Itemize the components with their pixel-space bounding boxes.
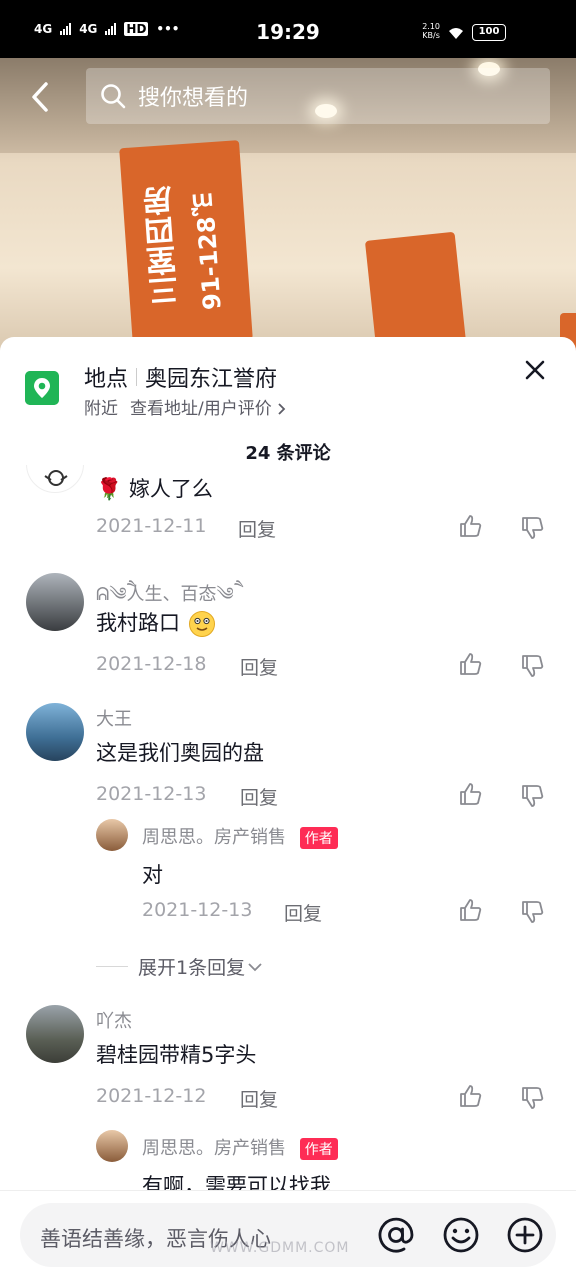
comment-text: 🌹 嫁人了么: [96, 473, 213, 503]
comment-text: 我村路口: [96, 607, 215, 637]
comment-text: 碧桂园带精5字头: [96, 1043, 257, 1067]
thumbs-up-icon[interactable]: [458, 651, 484, 677]
author-badge: 作者: [299, 1138, 338, 1160]
comment-date: 2021-12-12: [96, 1085, 207, 1107]
reply-button[interactable]: 回复: [238, 515, 276, 542]
wifi-icon: [449, 28, 463, 39]
thumbs-up-icon[interactable]: [458, 1083, 484, 1109]
comment-text-content: 我村路口: [96, 611, 180, 635]
net-speed-value: 2.10: [422, 22, 440, 31]
author-badge: 作者: [299, 827, 338, 849]
search-icon: [101, 84, 126, 109]
net-speed-unit: KB/s: [422, 31, 440, 40]
thumbs-down-icon[interactable]: [520, 783, 546, 809]
comments-sheet: 地点 奥园东江誉府 附近 查看地址/用户评价 24 条评论 🌹 嫁人了么 202…: [0, 337, 576, 1280]
divider: [136, 368, 138, 386]
comment-author-name: 周思思。房产销售: [142, 827, 286, 848]
comment-author[interactable]: 吖杰: [96, 1007, 132, 1033]
avatar[interactable]: [96, 1130, 128, 1162]
expand-replies-button[interactable]: 展开1条回复: [96, 953, 263, 980]
comment-text: 对: [142, 863, 163, 887]
thumbs-up-icon[interactable]: [458, 513, 484, 539]
chevron-down-icon: [248, 962, 262, 971]
expand-replies-label: 展开1条回复: [138, 957, 246, 979]
reply-button[interactable]: 回复: [240, 653, 278, 680]
reply-button[interactable]: 回复: [240, 783, 278, 810]
search-placeholder: 搜你想看的: [138, 86, 249, 111]
location-link[interactable]: 查看地址/用户评价: [130, 394, 287, 419]
banner-text: 91-128㎡: [190, 191, 227, 311]
battery-icon: 100: [472, 24, 506, 41]
location-sub: 附近 查看地址/用户评价: [84, 394, 287, 419]
net-speed: 2.10 KB/s: [422, 22, 440, 40]
comment-text: 有啊，需要可以找我: [142, 1174, 331, 1190]
location-header[interactable]: 地点 奥园东江誉府 附近 查看地址/用户评价: [0, 337, 576, 437]
comment-text: 这是我们奥园的盘: [96, 741, 264, 765]
mention-icon[interactable]: [376, 1215, 416, 1255]
add-icon[interactable]: [505, 1215, 545, 1255]
divider-line: [96, 966, 128, 967]
thumbs-up-icon[interactable]: [458, 781, 484, 807]
comment-text-content: 嫁人了么: [128, 477, 213, 501]
back-arrow-icon[interactable]: [26, 80, 56, 114]
avatar-image: [44, 470, 68, 486]
thumbs-down-icon[interactable]: [520, 1085, 546, 1111]
emoji-icon[interactable]: [441, 1215, 481, 1255]
location-link-label: 查看地址/用户评价: [130, 399, 272, 419]
watermark: WWW.GDMM.COM: [210, 1240, 350, 1256]
rose-emoji: 🌹: [96, 477, 123, 501]
avatar[interactable]: [26, 703, 84, 761]
location-near: 附近: [84, 399, 118, 419]
reply-button[interactable]: 回复: [240, 1085, 278, 1112]
comment-date: 2021-12-13: [96, 783, 207, 805]
reply-button[interactable]: 回复: [284, 899, 322, 926]
comment-author[interactable]: 周思思。房产销售 作者: [142, 823, 338, 849]
comment-author[interactable]: 周思思。房产销售 作者: [142, 1134, 338, 1160]
location-pin-icon: [25, 371, 59, 405]
location-name: 奥园东江誉府: [145, 367, 278, 392]
smile-emoji-icon: [188, 611, 215, 637]
comment-date: 2021-12-13: [142, 899, 253, 921]
comment-input-bar: 善语结善缘，恶言伤人心: [0, 1190, 576, 1280]
search-bar[interactable]: 搜你想看的: [86, 68, 550, 124]
close-icon[interactable]: [524, 359, 546, 381]
chevron-right-icon: [278, 403, 286, 415]
avatar[interactable]: [26, 1005, 84, 1063]
comment-date: 2021-12-18: [96, 653, 207, 675]
status-bar: 4G 4G HD ••• 19:29 2.10 KB/s 100: [0, 0, 576, 58]
avatar[interactable]: [26, 465, 84, 493]
comment-author-name: 周思思。房产销售: [142, 1138, 286, 1159]
comment-input[interactable]: 善语结善缘，恶言伤人心: [20, 1203, 556, 1267]
comment-date: 2021-12-11: [96, 515, 207, 537]
location-title: 地点 奥园东江誉府: [84, 361, 277, 393]
comments-count: 24 条评论: [245, 443, 331, 464]
avatar[interactable]: [96, 819, 128, 851]
orange-banner: 三室四房 91-128㎡: [119, 140, 253, 348]
comments-list: 🌹 嫁人了么 2021-12-11 回复 ᕱ༄ཻ人生、百态༄ཻ 我村路口 202…: [0, 465, 576, 1190]
thumbs-down-icon[interactable]: [520, 899, 546, 925]
comment-author[interactable]: 大王: [96, 705, 132, 731]
location-label: 地点: [84, 367, 129, 392]
banner-text: 三室四房: [141, 184, 186, 307]
thumbs-up-icon[interactable]: [458, 897, 484, 923]
thumbs-down-icon[interactable]: [520, 515, 546, 541]
avatar[interactable]: [26, 573, 84, 631]
thumbs-down-icon[interactable]: [520, 653, 546, 679]
